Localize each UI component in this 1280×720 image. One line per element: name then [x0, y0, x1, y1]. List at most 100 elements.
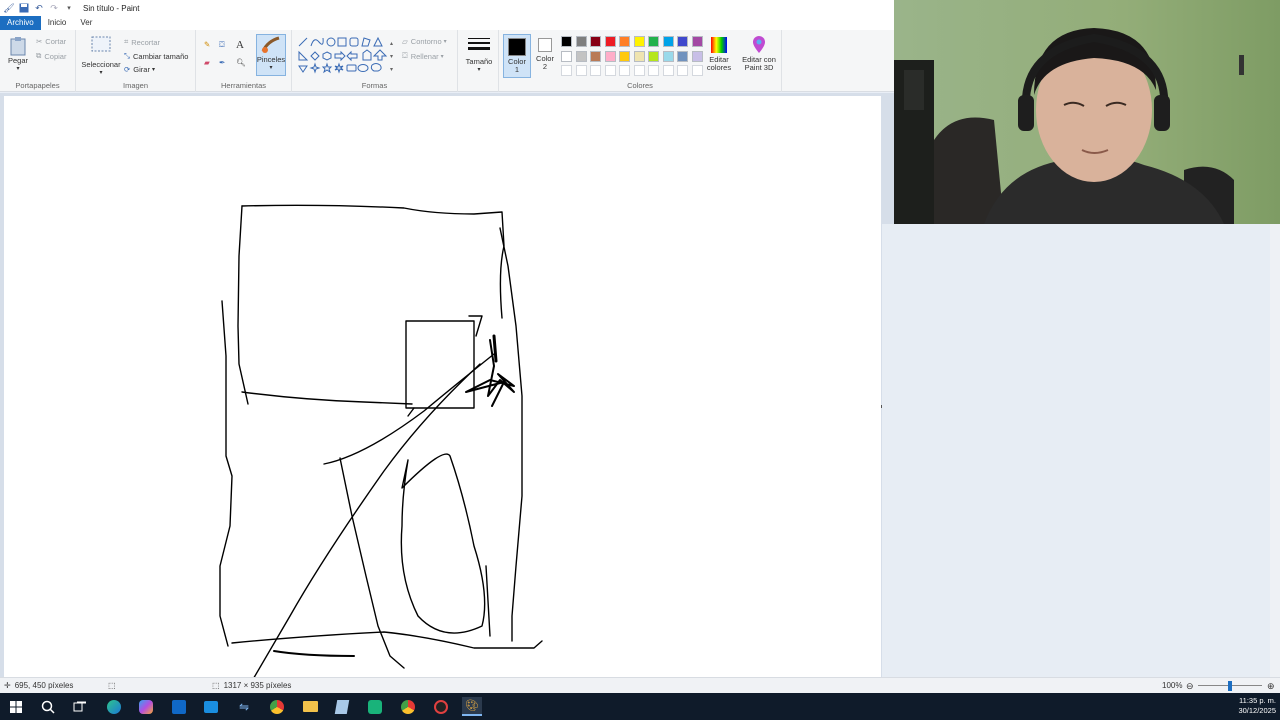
color-picker-icon[interactable]: ✒ [219, 58, 225, 67]
palette-swatch[interactable] [648, 36, 659, 47]
file-explorer-icon[interactable] [300, 697, 320, 716]
cut-button[interactable]: ✂ Cortar [36, 37, 66, 46]
tab-ver[interactable]: Ver [73, 16, 99, 30]
crop-button[interactable]: ⌗ Recortar [124, 37, 160, 47]
windows-start-icon[interactable] [6, 697, 26, 716]
copy-icon: ⧉ [36, 51, 42, 60]
paste-icon [10, 37, 26, 56]
palette-swatch[interactable] [691, 50, 703, 62]
palette-swatch[interactable] [604, 50, 616, 62]
select-button[interactable]: Seleccionar ▾ [79, 36, 123, 76]
zoom-in-button[interactable]: ⊕ [1267, 681, 1275, 692]
rotate-button[interactable]: ⟳ Girar ▾ [124, 65, 155, 74]
palette-swatch[interactable] [619, 50, 630, 62]
color2-button[interactable]: Color 2 [533, 36, 557, 71]
app-icon-notes[interactable] [332, 697, 352, 716]
zoom-out-button[interactable]: ⊖ [1186, 681, 1194, 692]
custom-color-swatch[interactable] [691, 65, 703, 76]
vertical-scrollbar[interactable] [1270, 224, 1280, 677]
outline-button[interactable]: ▱ Contorno ▾ [402, 37, 447, 46]
custom-color-swatch[interactable] [561, 65, 572, 76]
copy-button[interactable]: ⧉ Copiar [36, 51, 66, 61]
palette-swatch[interactable] [604, 36, 616, 47]
freehand-drawing [219, 204, 543, 682]
color1-button[interactable]: Color 1 [503, 34, 531, 78]
app-icon-green[interactable] [365, 697, 385, 716]
edge-browser-icon[interactable] [104, 697, 124, 716]
image-group-label: Imagen [122, 81, 149, 90]
size-button[interactable]: Tamaño ▾ [462, 36, 496, 73]
redo-icon[interactable]: ↷ [48, 2, 60, 14]
eraser-icon[interactable]: ▰ [204, 58, 210, 67]
crop-icon: ⌗ [124, 37, 129, 46]
app-icon-red-circle[interactable] [431, 697, 451, 716]
title-bar: 🖌 ↶ ↷ ▾ Sin título - Paint [0, 0, 894, 16]
custom-color-swatch[interactable] [662, 65, 674, 76]
custom-color-swatch[interactable] [604, 65, 616, 76]
tab-archivo[interactable]: Archivo [0, 16, 41, 30]
custom-color-swatch[interactable] [590, 65, 601, 76]
search-icon[interactable] [38, 697, 58, 716]
paste-button[interactable]: Pegar ▾ [6, 36, 30, 72]
palette-swatch[interactable] [619, 36, 630, 47]
taskbar: ⇋ 🎨︎ 11:35 p. m. 30/12/2025 [0, 693, 1280, 720]
copilot-icon[interactable] [136, 697, 156, 716]
webcam-feed-image [894, 0, 1280, 224]
palette-swatch[interactable] [633, 36, 645, 47]
custom-color-swatch[interactable] [648, 65, 659, 76]
edit-colors-button[interactable]: Editar colores [703, 36, 735, 72]
color1-swatch [508, 38, 526, 56]
palette-swatch[interactable] [590, 50, 601, 62]
outlook-icon[interactable] [169, 697, 189, 716]
custom-color-swatch[interactable] [619, 65, 630, 76]
colors-group: Color 1 Color 2 Editar colores Editar co… [498, 30, 782, 92]
palette-swatch[interactable] [590, 36, 601, 47]
magnifier-icon[interactable]: 🔍︎ [236, 58, 246, 67]
color2-swatch [538, 38, 552, 52]
save-icon[interactable] [18, 2, 30, 14]
palette-swatch[interactable] [575, 36, 587, 47]
color-wheel-icon [711, 37, 727, 53]
palette-swatch[interactable] [561, 36, 572, 47]
palette-swatch[interactable] [561, 50, 572, 62]
shapes-gallery[interactable]: ▴ ▾ ▾ [296, 36, 396, 74]
system-clock[interactable]: 11:35 p. m. 30/12/2025 [1238, 696, 1276, 716]
chrome-profile-icon[interactable] [398, 697, 418, 716]
paint-app: 🖌 ↶ ↷ ▾ Sin título - Paint Archivo Inici… [0, 0, 1280, 720]
paint3d-button[interactable]: Editar con Paint 3D [739, 36, 779, 72]
image-size: ⬚ 1317 × 935 píxeles [212, 681, 292, 690]
custom-color-swatch[interactable] [677, 65, 688, 76]
custom-color-swatch[interactable] [575, 65, 587, 76]
image-size-icon: ⬚ [212, 681, 220, 690]
customize-quick-access-icon[interactable]: ▾ [63, 2, 75, 14]
scissors-icon: ✂ [36, 37, 43, 46]
tab-inicio[interactable]: Inicio [41, 16, 74, 30]
pencil-icon[interactable]: ✎ [204, 40, 210, 49]
webcam-overlay [894, 0, 1280, 224]
app-icon-blue-arrow[interactable]: ⇋ [234, 697, 254, 716]
brushes-button[interactable]: Pinceles ▾ [256, 34, 286, 76]
text-tool-icon[interactable]: A [236, 39, 244, 51]
microsoft-store-icon[interactable] [201, 697, 221, 716]
resize-button[interactable]: ⤡ Cambiar tamaño [124, 51, 188, 61]
palette-swatch[interactable] [677, 50, 688, 62]
paint3d-icon [753, 36, 765, 53]
palette-swatch[interactable] [691, 36, 703, 47]
task-view-icon[interactable] [70, 697, 90, 716]
fill-button[interactable]: ⛋ Rellenar ▾ [402, 51, 444, 61]
palette-swatch[interactable] [662, 50, 674, 62]
palette-swatch[interactable] [575, 50, 587, 62]
palette-swatch[interactable] [662, 36, 674, 47]
colors-group-label: Colores [627, 81, 653, 90]
zoom-slider-thumb[interactable] [1228, 681, 1232, 691]
palette-swatch[interactable] [648, 50, 659, 62]
drawing-canvas[interactable] [4, 96, 881, 682]
paint-taskbar-icon[interactable]: 🎨︎ [462, 697, 482, 716]
chrome-icon[interactable] [267, 697, 287, 716]
palette-swatch[interactable] [677, 36, 688, 47]
clipboard-group: Pegar ▾ ✂ Cortar ⧉ Copiar Portapapeles [0, 30, 76, 92]
palette-swatch[interactable] [633, 50, 645, 62]
fill-bucket-icon[interactable]: ⛋ [219, 40, 225, 50]
custom-color-swatch[interactable] [633, 65, 645, 76]
undo-icon[interactable]: ↶ [33, 2, 45, 14]
